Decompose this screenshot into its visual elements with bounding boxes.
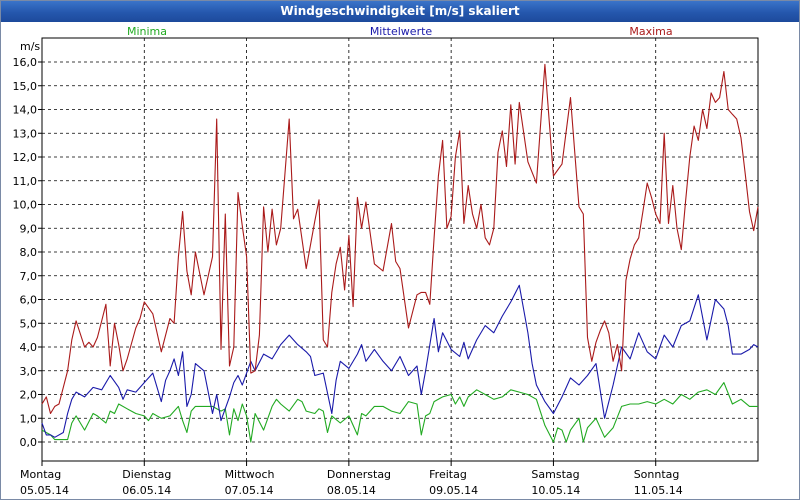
y-tick-label: 13,0 [13, 127, 38, 140]
legend-maxima: Maxima [629, 25, 672, 38]
y-tick-label: 11,0 [13, 175, 38, 188]
x-tick-day: Montag [20, 468, 61, 481]
x-tick-day: Freitag [429, 468, 467, 481]
y-tick-label: 15,0 [13, 80, 38, 93]
legend-minima: Minima [127, 25, 167, 38]
y-tick-label: 0,0 [20, 436, 38, 449]
x-tick-day: Sonntag [634, 468, 680, 481]
x-tick-date: 11.05.14 [634, 484, 683, 497]
y-tick-label: 8,0 [20, 246, 38, 259]
y-tick-label: 4,0 [20, 341, 38, 354]
y-tick-label: 12,0 [13, 151, 38, 164]
x-tick-date: 10.05.14 [531, 484, 580, 497]
y-tick-label: 14,0 [13, 104, 38, 117]
x-tick-date: 06.05.14 [122, 484, 171, 497]
x-tick-day: Donnerstag [327, 468, 391, 481]
y-tick-labels: 0,0 1,0 2,0 3,0 4,0 5,0 6,0 7,0 8,0 9,0 10,0 11,0 12… [13, 56, 38, 449]
y-tick-label: 9,0 [20, 222, 38, 235]
x-tick-date: 07.05.14 [225, 484, 274, 497]
x-tick-day: Samstag [531, 468, 579, 481]
y-tick-label: 6,0 [20, 294, 38, 307]
y-tick-label: 2,0 [20, 389, 38, 402]
y-tick-label: 10,0 [13, 199, 38, 212]
x-tick-date: 09.05.14 [429, 484, 478, 497]
x-tick-day: Mittwoch [225, 468, 275, 481]
y-tick-label: 7,0 [20, 270, 38, 283]
x-tick-day: Dienstag [122, 468, 171, 481]
y-tick-label: 1,0 [20, 412, 38, 425]
y-axis-unit: m/s [20, 40, 40, 53]
y-tick-label: 16,0 [13, 56, 38, 69]
legend-mittelwerte: Mittelwerte [370, 25, 433, 38]
x-tick-date: 08.05.14 [327, 484, 376, 497]
y-tick-label: 5,0 [20, 317, 38, 330]
y-tick-label: 3,0 [20, 365, 38, 378]
x-tick-date: 05.05.14 [20, 484, 69, 497]
wind-speed-chart: 0,0 1,0 2,0 3,0 4,0 5,0 6,0 7,0 8,0 9,0 10,0 11,0 12… [13, 25, 759, 497]
plot-area [41, 37, 759, 462]
x-tick-labels: Montag 05.05.14 Dienstag 06.05.14 Mittwoch 07… [20, 468, 683, 497]
